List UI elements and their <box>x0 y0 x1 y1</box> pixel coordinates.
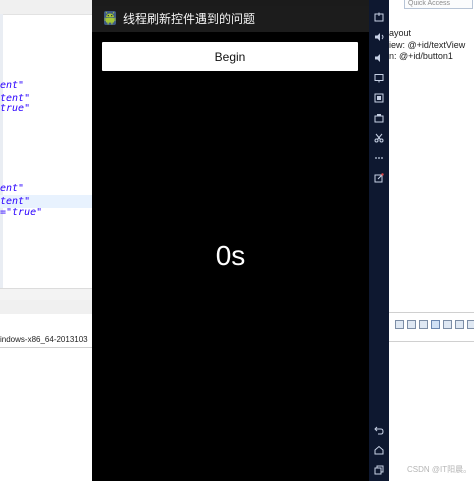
view-toolbar-icon[interactable] <box>419 319 428 329</box>
view-toolbar-icon[interactable] <box>431 319 440 329</box>
emulator-side-toolbar <box>369 0 389 481</box>
home-icon[interactable] <box>369 442 389 458</box>
app-title: 线程刷新控件遇到的问题 <box>123 12 256 26</box>
editor-top-strip <box>0 0 92 15</box>
pointer-icon[interactable] <box>369 170 389 186</box>
quick-access-field[interactable]: Quick Access <box>404 0 473 9</box>
outline-item[interactable]: n: @+id/button1 <box>389 51 453 62</box>
view-toolbar-icon[interactable] <box>467 319 474 329</box>
camera-icon[interactable] <box>369 110 389 126</box>
outline-item[interactable]: ayout <box>389 28 411 39</box>
power-icon[interactable] <box>369 9 389 25</box>
code-line: ent" <box>0 80 25 91</box>
code-line: true" <box>0 103 31 114</box>
console-output-line: indows-x86_64-2013103 <box>0 335 88 344</box>
rotate-icon[interactable] <box>369 70 389 86</box>
back-icon[interactable] <box>369 422 389 438</box>
console-tab-strip <box>0 300 92 314</box>
outline-item[interactable]: iew: @+id/textView <box>389 40 465 51</box>
begin-button[interactable]: Begin <box>102 42 358 71</box>
volume-down-icon[interactable] <box>369 50 389 66</box>
view-toolbar-icon[interactable] <box>455 319 464 329</box>
volume-up-icon[interactable] <box>369 29 389 45</box>
panel-divider <box>389 312 474 313</box>
overview-icon[interactable] <box>369 462 389 478</box>
elapsed-seconds-text: 0s <box>215 240 246 271</box>
code-line: ent" <box>0 183 25 194</box>
editor-ruler <box>0 14 3 294</box>
code-line: ="true" <box>0 207 43 218</box>
panel-divider <box>389 341 474 342</box>
view-toolbar-icon[interactable] <box>407 319 416 329</box>
ide-editor-panel: ent" tent" true" ent" tent" ="true" indo… <box>0 0 92 481</box>
cut-icon[interactable] <box>369 130 389 146</box>
console-divider <box>0 347 92 348</box>
watermark: CSDN @IT阳晨。 <box>407 465 472 474</box>
android-app-icon <box>101 9 119 27</box>
screenshot-icon[interactable] <box>369 90 389 106</box>
action-bar: 线程刷新控件遇到的问题 <box>92 6 369 32</box>
view-toolbar-icon[interactable] <box>443 319 452 329</box>
view-toolbar-icon[interactable] <box>395 319 404 329</box>
more-icon[interactable] <box>369 150 389 166</box>
view-toolbar <box>395 318 474 330</box>
emulator-screen: 线程刷新控件遇到的问题 Begin 0s <box>92 0 369 481</box>
ide-outline-panel: Quick Access ayout iew: @+id/textView n:… <box>389 0 474 481</box>
